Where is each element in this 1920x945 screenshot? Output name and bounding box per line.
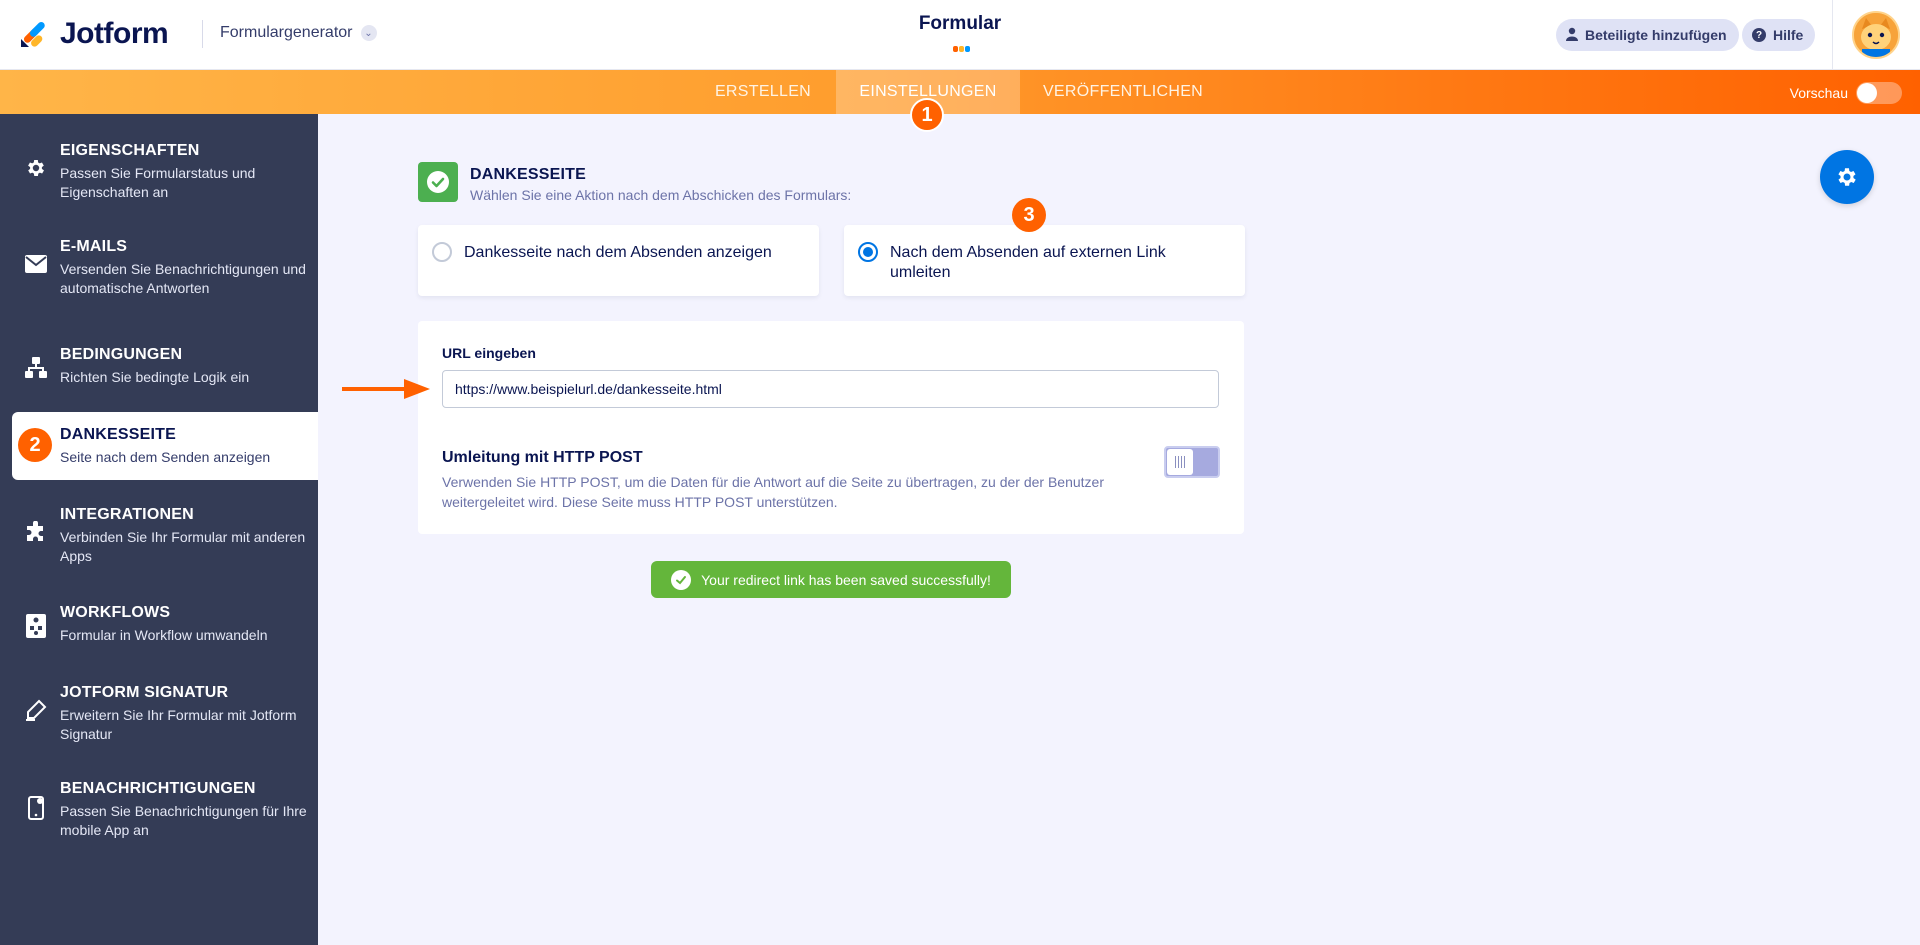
logo-text: Jotform xyxy=(60,17,169,50)
sidebar-item-title: EIGENSCHAFTEN xyxy=(60,142,200,159)
thankyou-check-icon xyxy=(418,162,458,202)
top-header: Jotform Formulargenerator ⌄ Formular Bet… xyxy=(0,0,1920,70)
chevron-down-icon: ⌄ xyxy=(360,25,377,41)
sidebar-item-desc: Passen Sie Benachrichtigungen für Ihre m… xyxy=(60,803,307,838)
sidebar-item-desc: Passen Sie Formularstatus und Eigenschaf… xyxy=(60,165,256,200)
gear-icon xyxy=(24,156,48,180)
tab-veroeffentlichen[interactable]: VERÖFFENTLICHEN xyxy=(1030,70,1216,114)
tab-erstellen[interactable]: ERSTELLEN xyxy=(700,70,826,114)
help-label: Hilfe xyxy=(1773,27,1804,43)
option-label: Dankesseite nach dem Absenden anzeigen xyxy=(464,244,772,261)
sitemap-icon xyxy=(24,356,48,380)
toggle-knob xyxy=(1167,449,1193,475)
sidebar-item-dankesseite[interactable]: 2 DANKESSEITE Seite nach dem Senden anze… xyxy=(12,412,318,480)
check-circle-icon xyxy=(671,569,692,590)
http-post-toggle[interactable] xyxy=(1164,446,1220,478)
section-subtitle: Wählen Sie eine Aktion nach dem Abschick… xyxy=(470,187,852,203)
sidebar-item-signatur[interactable]: JOTFORM SIGNATUR Erweitern Sie Ihr Formu… xyxy=(0,684,318,756)
add-participants-button[interactable]: Beteiligte hinzufügen xyxy=(1556,19,1739,51)
add-participants-label: Beteiligte hinzufügen xyxy=(1585,27,1727,43)
sidebar-item-title: E-MAILS xyxy=(60,238,128,255)
builder-dropdown[interactable]: Formulargenerator ⌄ xyxy=(220,24,377,42)
user-icon xyxy=(1566,27,1578,44)
sidebar-item-title: DANKESSEITE xyxy=(60,426,176,443)
url-input[interactable] xyxy=(442,370,1219,408)
option-show-thankyou[interactable]: Dankesseite nach dem Absenden anzeigen xyxy=(418,225,819,296)
sidebar-item-desc: Seite nach dem Senden anzeigen xyxy=(60,449,271,465)
sidebar-item-desc: Formular in Workflow umwandeln xyxy=(60,627,268,643)
settings-navbar: ERSTELLEN EINSTELLUNGEN VERÖFFENTLICHEN … xyxy=(0,70,1920,114)
url-label: URL eingeben xyxy=(442,345,536,361)
sidebar-item-eigenschaften[interactable]: EIGENSCHAFTEN Passen Sie Formularstatus … xyxy=(0,142,318,214)
header-divider xyxy=(202,20,203,48)
question-icon: ? xyxy=(1752,28,1766,42)
step-badge-2: 2 xyxy=(18,428,52,462)
arrow-right-icon xyxy=(342,379,430,399)
sidebar-item-desc: Richten Sie bedingte Logik ein xyxy=(60,369,250,385)
preview-switch[interactable]: Vorschau xyxy=(1790,82,1902,104)
sidebar-item-title: BEDINGUNGEN xyxy=(60,346,183,363)
option-label: Nach dem Absenden auf externen Link umle… xyxy=(890,244,1166,281)
option-redirect-external[interactable]: Nach dem Absenden auf externen Link umle… xyxy=(844,225,1245,296)
sidebar-item-emails[interactable]: E-MAILS Versenden Sie Benachrichtigungen… xyxy=(0,238,318,310)
sidebar-item-desc: Verbinden Sie Ihr Formular mit anderen A… xyxy=(60,529,306,564)
step-badge-3: 3 xyxy=(1012,198,1046,232)
sidebar-item-workflows[interactable]: WORKFLOWS Formular in Workflow umwandeln xyxy=(0,604,318,654)
preview-label: Vorschau xyxy=(1789,85,1848,101)
builder-label: Formulargenerator xyxy=(220,24,353,41)
radio-show-thankyou[interactable] xyxy=(432,242,452,262)
jotform-logo[interactable]: Jotform xyxy=(18,14,169,54)
sidebar-item-title: JOTFORM SIGNATUR xyxy=(60,684,229,701)
step-badge-1: 1 xyxy=(910,98,944,132)
workflow-icon xyxy=(24,614,48,638)
sidebar-item-title: WORKFLOWS xyxy=(60,604,171,621)
radio-redirect-external[interactable] xyxy=(858,242,878,262)
pen-icon xyxy=(24,698,48,722)
puzzle-icon xyxy=(24,520,48,544)
form-title[interactable]: Formular xyxy=(860,13,1060,35)
preview-toggle[interactable] xyxy=(1856,82,1902,104)
jotform-logo-icon xyxy=(18,18,50,50)
toast-message: Your redirect link has been saved succes… xyxy=(701,571,991,588)
http-post-description: Verwenden Sie HTTP POST, um die Daten fü… xyxy=(442,474,1104,510)
sidebar-item-desc: Erweitern Sie Ihr Formular mit Jotform S… xyxy=(60,707,297,742)
sidebar-item-title: BENACHRICHTIGUNGEN xyxy=(60,780,256,797)
sidebar-item-title: INTEGRATIONEN xyxy=(60,506,194,523)
sidebar-item-bedingungen[interactable]: BEDINGUNGEN Richten Sie bedingte Logik e… xyxy=(0,346,318,396)
redirect-settings-card: URL eingeben Umleitung mit HTTP POST Ver… xyxy=(418,321,1244,534)
avatar-divider xyxy=(1832,0,1833,70)
sidebar-item-benachrichtigungen[interactable]: BENACHRICHTIGUNGEN Passen Sie Benachrich… xyxy=(0,780,318,852)
settings-gear-button[interactable] xyxy=(1820,150,1874,204)
form-color-dots xyxy=(953,46,970,52)
settings-sidebar: EIGENSCHAFTEN Passen Sie Formularstatus … xyxy=(0,114,318,945)
section-title: DANKESSEITE xyxy=(470,166,586,183)
http-post-title: Umleitung mit HTTP POST xyxy=(442,449,643,466)
avatar[interactable] xyxy=(1852,11,1900,59)
envelope-icon xyxy=(24,252,48,276)
sidebar-item-integrationen[interactable]: INTEGRATIONEN Verbinden Sie Ihr Formular… xyxy=(0,506,318,578)
success-toast: Your redirect link has been saved succes… xyxy=(651,561,1011,598)
sidebar-item-desc: Versenden Sie Benachrichtigungen und aut… xyxy=(60,261,306,296)
help-button[interactable]: ? Hilfe xyxy=(1742,19,1816,51)
mobile-icon xyxy=(24,796,48,820)
gear-icon xyxy=(1838,168,1856,186)
